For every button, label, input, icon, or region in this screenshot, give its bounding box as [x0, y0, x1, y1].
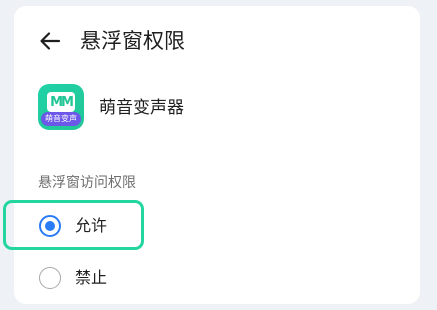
app-logo-text: MM — [50, 94, 74, 110]
app-name: 萌音变声器 — [99, 98, 184, 118]
arrow-left-icon — [40, 32, 61, 50]
radio-allow[interactable] — [39, 215, 61, 237]
app-logo-mark: MM — [47, 92, 75, 112]
app-icon-tag: 萌音变声 — [41, 112, 81, 126]
page-title: 悬浮窗权限 — [80, 29, 185, 53]
option-deny[interactable]: 禁止 — [14, 256, 420, 300]
settings-card: 悬浮窗权限 MM 萌音变声 萌音变声器 悬浮窗访问权限 允许 禁止 — [14, 6, 420, 304]
section-label: 悬浮窗访问权限 — [38, 175, 136, 191]
app-icon: MM 萌音变声 — [38, 84, 84, 130]
radio-selected-dot — [45, 221, 55, 231]
radio-deny[interactable] — [39, 267, 61, 289]
option-allow[interactable]: 允许 — [14, 204, 420, 248]
option-allow-label: 允许 — [75, 216, 108, 235]
back-button[interactable] — [36, 27, 64, 55]
app-info-row: MM 萌音变声 萌音变声器 — [38, 84, 398, 134]
option-deny-label: 禁止 — [75, 268, 108, 287]
header: 悬浮窗权限 — [14, 6, 420, 74]
